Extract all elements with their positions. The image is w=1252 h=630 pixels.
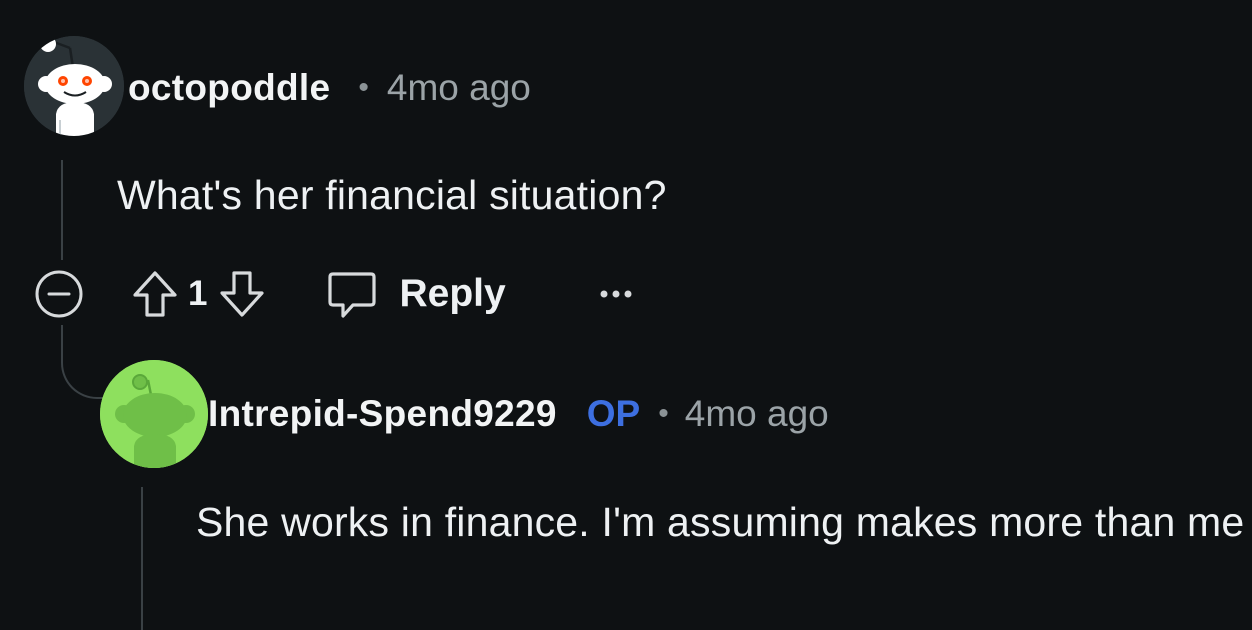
- comment-author[interactable]: Intrepid-Spend9229: [208, 393, 557, 435]
- comment-action-bar: 1 Reply: [34, 264, 634, 324]
- collapse-button[interactable]: [34, 269, 84, 319]
- downvote-button[interactable]: [217, 269, 267, 319]
- more-options-button[interactable]: [598, 266, 634, 322]
- comment-thread: octopoddle • 4mo ago What's her financia…: [0, 0, 1252, 630]
- upvote-arrow-icon: [133, 271, 177, 317]
- snoo-avatar-icon: [100, 360, 208, 468]
- comment-body: What's her financial situation?: [117, 172, 667, 218]
- user-avatar[interactable]: [24, 36, 124, 136]
- collapse-minus-icon: [35, 270, 83, 318]
- user-avatar[interactable]: [100, 360, 208, 468]
- vote-score: 1: [188, 274, 208, 313]
- op-badge: OP: [586, 393, 641, 434]
- reply-label: Reply: [399, 272, 506, 315]
- downvote-arrow-icon: [220, 271, 265, 317]
- comment-timestamp[interactable]: 4mo ago: [387, 67, 531, 109]
- comment-body: She works in finance. I'm assuming makes…: [196, 499, 1245, 545]
- reply-button[interactable]: Reply: [327, 266, 506, 322]
- comment-meta: octopoddle • 4mo ago: [128, 64, 531, 112]
- upvote-button[interactable]: [130, 269, 180, 319]
- comment-meta: Intrepid-Spend9229 OP • 4mo ago: [208, 390, 829, 438]
- ellipsis-icon: [600, 290, 632, 298]
- reply-connector-line: [61, 325, 105, 399]
- speech-bubble-icon: [328, 272, 377, 318]
- comment-timestamp[interactable]: 4mo ago: [685, 393, 829, 435]
- meta-separator: •: [658, 397, 669, 430]
- meta-separator: •: [358, 71, 369, 104]
- comment-author[interactable]: octopoddle: [128, 67, 330, 109]
- thread-line[interactable]: [61, 160, 63, 260]
- snoo-avatar-icon: [24, 36, 124, 136]
- thread-line[interactable]: [141, 487, 143, 630]
